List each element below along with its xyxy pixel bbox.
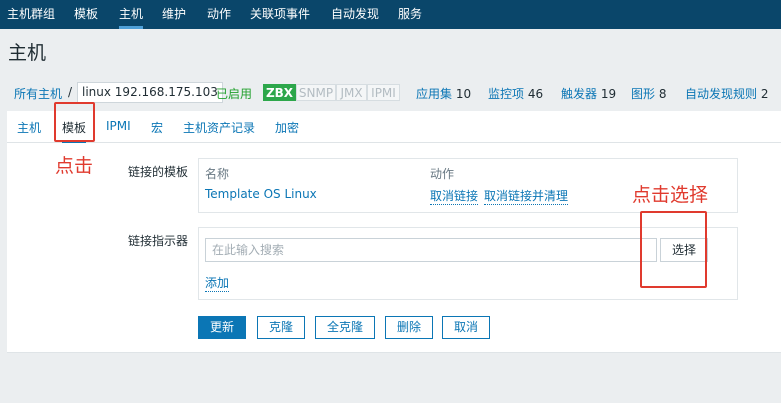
full-clone-button[interactable]: 全克隆 xyxy=(315,316,375,339)
nav-maintenance[interactable]: 维护 xyxy=(162,0,186,29)
tab-encryption[interactable]: 加密 xyxy=(275,119,299,136)
column-action-header: 动作 xyxy=(430,167,455,181)
link-graphs-label: 图形 xyxy=(631,87,656,101)
update-button[interactable]: 更新 xyxy=(198,316,246,339)
link-discovery-rules-count: 2 xyxy=(760,87,769,101)
annotation-click-select-text: 点击选择 xyxy=(632,184,709,206)
annotation-click-text: 点击 xyxy=(55,155,94,177)
snmp-badge: SNMP xyxy=(296,84,336,101)
nav-discovery[interactable]: 自动发现 xyxy=(331,0,379,29)
page-title: 主机 xyxy=(8,42,47,64)
tab-host[interactable]: 主机 xyxy=(17,119,41,136)
link-discovery-rules[interactable]: 自动发现规则 2 xyxy=(685,85,768,102)
link-applications[interactable]: 应用集 10 xyxy=(416,85,471,102)
top-navigation: 主机群组 模板 主机 维护 动作 关联项事件 自动发现 服务 xyxy=(0,0,781,29)
link-items-count: 46 xyxy=(527,87,544,101)
link-applications-label: 应用集 xyxy=(416,87,453,101)
link-triggers[interactable]: 触发器 19 xyxy=(561,85,616,102)
template-search-input[interactable] xyxy=(205,238,657,262)
jmx-badge: JMX xyxy=(336,84,367,101)
template-name-link[interactable]: Template OS Linux xyxy=(205,187,317,201)
add-link[interactable]: 添加 xyxy=(205,274,230,292)
breadcrumb: 所有主机 / linux 192.168.175.103 已启用 ZBX SNM… xyxy=(7,79,781,107)
link-triggers-label: 触发器 xyxy=(561,87,598,101)
column-name-header: 名称 xyxy=(205,167,230,181)
linked-templates-label: 链接的模板 xyxy=(128,165,189,179)
tab-ipmi[interactable]: IPMI xyxy=(106,119,131,133)
link-discovery-rules-label: 自动发现规则 xyxy=(685,87,758,101)
unlink-and-clear-link[interactable]: 取消链接并清理 xyxy=(484,187,569,205)
breadcrumb-all-hosts[interactable]: 所有主机 xyxy=(14,85,62,102)
nav-hosts[interactable]: 主机 xyxy=(119,0,144,29)
nav-host-groups[interactable]: 主机群组 xyxy=(7,0,55,29)
cancel-button[interactable]: 取消 xyxy=(442,316,490,339)
tab-macros[interactable]: 宏 xyxy=(151,119,163,136)
unlink-link[interactable]: 取消链接 xyxy=(430,187,479,205)
annotation-highlight-tab xyxy=(54,102,95,142)
zbx-badge: ZBX xyxy=(263,84,296,101)
nav-services[interactable]: 服务 xyxy=(398,0,422,29)
ipmi-badge: IPMI xyxy=(367,84,400,101)
breadcrumb-separator: / xyxy=(68,85,73,99)
link-graphs-count: 8 xyxy=(658,87,667,101)
status-enabled[interactable]: 已启用 xyxy=(216,85,252,102)
annotation-highlight-select xyxy=(640,211,707,288)
clone-button[interactable]: 克隆 xyxy=(257,316,305,339)
tab-bar: 主机 模板 IPMI 宏 主机资产记录 加密 xyxy=(7,111,781,143)
tab-inventory[interactable]: 主机资产记录 xyxy=(183,119,255,136)
link-applications-count: 10 xyxy=(455,87,472,101)
link-triggers-count: 19 xyxy=(600,87,617,101)
delete-button[interactable]: 删除 xyxy=(385,316,433,339)
link-items-label: 监控项 xyxy=(488,87,525,101)
nav-event-correlation[interactable]: 关联项事件 xyxy=(250,0,310,29)
link-graphs[interactable]: 图形 8 xyxy=(631,85,666,102)
link-items[interactable]: 监控项 46 xyxy=(488,85,543,102)
nav-actions[interactable]: 动作 xyxy=(207,0,231,29)
breadcrumb-host[interactable]: linux 192.168.175.103 xyxy=(77,82,223,103)
nav-templates[interactable]: 模板 xyxy=(74,0,98,29)
link-indicator-label: 链接指示器 xyxy=(128,234,189,248)
